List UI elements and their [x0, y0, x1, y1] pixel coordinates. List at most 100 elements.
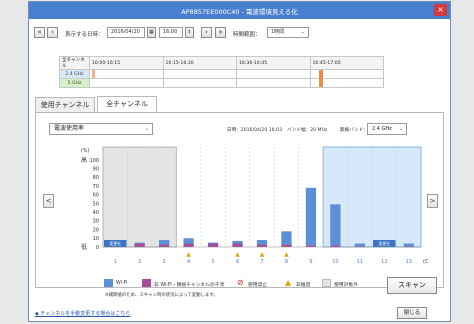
last-page-button[interactable]: »	[215, 27, 226, 38]
title-bar: AP8857EE000C40 - 電波環境見える化 ×	[29, 2, 450, 19]
y-tick-label: 80	[93, 175, 99, 181]
band-label: 無線バンド：	[340, 128, 368, 133]
y-tick-label: 20	[93, 227, 99, 233]
timeline-marker	[92, 70, 95, 78]
legend-out-of-range-swatch	[322, 279, 331, 287]
display-datetime-label: 表示する日時：	[65, 32, 104, 38]
bar-wifi	[354, 243, 365, 247]
x-tick-label: 4	[187, 259, 190, 265]
y-tick-label: 50	[93, 201, 99, 207]
window-close-button[interactable]: ×	[434, 4, 447, 16]
change-target-label: 変更先	[379, 241, 391, 246]
tab-used-channels[interactable]: 使用チャンネル	[35, 97, 95, 112]
window: AP8857EE000C40 - 電波環境見える化 × « ‹ 表示する日時： …	[28, 1, 451, 322]
x-tick-label: 2	[138, 259, 141, 265]
time-slot: 16:00-16:15	[89, 56, 164, 70]
tab-all-channels[interactable]: 全チャンネル	[97, 96, 157, 112]
y-tick-label: 90	[93, 167, 99, 173]
y-axis-label: (%)	[81, 148, 89, 154]
y-tick-label: 30	[93, 219, 99, 225]
timeline-cell[interactable]	[162, 69, 237, 79]
chart-prev-arrow[interactable]: <	[43, 194, 54, 208]
bar-wifi	[330, 204, 341, 246]
bar-wifi	[183, 238, 194, 244]
close-button[interactable]: 閉じる	[397, 307, 427, 319]
bar-non-wifi	[183, 243, 194, 247]
previous-button[interactable]: ‹	[47, 27, 58, 38]
time-slot: 16:30-16:45	[236, 56, 311, 70]
x-tick-label: 8	[285, 259, 288, 265]
time-range-select[interactable]: 1時間 ⌄	[267, 27, 309, 38]
y-axis-high-label: 高	[81, 156, 87, 164]
warning-icon: ▲	[186, 251, 191, 258]
legend-wifi-label: Wi-Fi	[116, 281, 128, 286]
bar-wifi	[256, 240, 268, 245]
change-target-label: 変更先	[110, 241, 122, 246]
legend-note: ※補間値のため、スキャン時の状況によって変動します。	[105, 293, 218, 298]
y-tick-label: 10	[93, 236, 99, 242]
bar-non-wifi	[207, 243, 219, 247]
time-range-label: 時間範囲：	[233, 32, 261, 38]
timeline-header-label: 全チャンネル	[59, 56, 90, 70]
time-field[interactable]: 16:00	[159, 27, 183, 38]
x-tick-label: 1	[114, 259, 117, 265]
window-title: AP8857EE000C40 - 電波環境見える化	[181, 8, 298, 16]
x-tick-label: 12	[381, 259, 387, 265]
date-info: 日時：2016/04/20 16:03	[227, 128, 282, 133]
x-tick-label: 9	[309, 259, 312, 265]
y-tick-label: 0	[96, 245, 99, 251]
legend-warning-label: 非推奨	[296, 283, 311, 288]
prohibited-icon-fallback: ⊘	[237, 278, 244, 287]
timeline-cell[interactable]	[89, 69, 164, 79]
warning-icon: ▲	[260, 251, 265, 258]
x-axis-unit: (Ch)	[423, 259, 429, 265]
y-tick-label: 40	[93, 210, 99, 216]
bar-wifi	[403, 243, 414, 247]
time-slot: 16:15-16:30	[162, 56, 237, 70]
timeline-cell[interactable]	[89, 78, 164, 88]
date-field[interactable]: 2016/04/20	[107, 27, 145, 38]
warning-icon: ▲	[235, 251, 240, 258]
bar-non-wifi	[256, 244, 268, 247]
band-select[interactable]: 2.4 GHz ⌄	[367, 123, 407, 135]
metric-select[interactable]: 電波使用率 ⌄	[49, 123, 153, 135]
band-5ghz-label: 5 GHz	[59, 78, 90, 88]
timeline-table: 全チャンネル 16:00-16:15 16:15-16:30 16:30-16:…	[59, 56, 384, 88]
legend-non-wifi-label: 非 Wi-Fi・隣接チャンネルの干渉	[154, 283, 225, 288]
out-of-range-region	[102, 146, 177, 248]
next-button[interactable]: ›	[201, 27, 212, 38]
warning-icon: ▲	[285, 278, 292, 287]
bar-wifi	[134, 242, 145, 244]
time-range-value: 1時間	[271, 29, 285, 35]
calendar-icon[interactable]: ▦	[147, 27, 156, 38]
x-tick-label: 7	[260, 259, 263, 265]
time-spinner[interactable]: ⇕	[185, 27, 194, 38]
x-tick-label: 10	[332, 259, 338, 265]
x-tick-label: 3	[163, 259, 166, 265]
bar-wifi	[207, 242, 219, 244]
chevron-down-icon: ⌄	[144, 126, 149, 132]
timeline-cell[interactable]	[162, 78, 237, 88]
manual-channel-link[interactable]: ◆ チャンネルを手動変更する場合はこちら	[35, 310, 130, 317]
bar-non-wifi	[134, 243, 145, 247]
bandwidth-info: バンド幅：20 MHz	[287, 128, 328, 133]
bar-wifi	[232, 240, 243, 244]
first-page-button[interactable]: «	[34, 27, 45, 38]
y-tick-label: 70	[93, 184, 99, 190]
metric-select-value: 電波使用率	[54, 125, 85, 132]
timeline-marker	[318, 70, 323, 87]
timeline-cell[interactable]	[236, 69, 311, 79]
warning-icon: ▲	[284, 251, 289, 258]
date-value: 2016/04/20	[111, 29, 140, 35]
x-tick-label: 13	[406, 259, 412, 265]
bar-non-wifi	[281, 244, 292, 247]
chevron-down-icon: ⌄	[300, 29, 305, 35]
timeline-cell[interactable]	[236, 78, 311, 88]
y-axis-low-label: 低	[81, 243, 87, 251]
chevron-down-icon: ⌄	[398, 126, 403, 132]
scan-button[interactable]: スキャン	[387, 277, 437, 294]
legend-out-of-range-label: 使用対象外	[334, 283, 358, 288]
legend-non-wifi-swatch	[142, 279, 151, 287]
legend-wifi-swatch	[104, 279, 113, 287]
timeline-cell[interactable]	[309, 70, 384, 88]
